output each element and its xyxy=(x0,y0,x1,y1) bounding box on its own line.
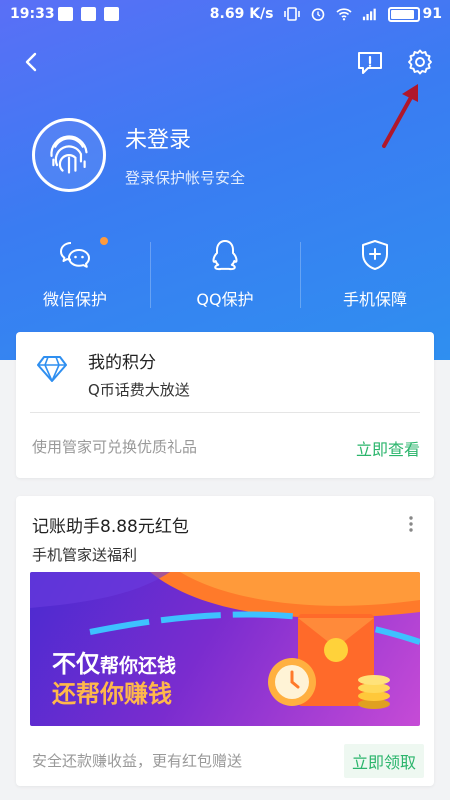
wechat-icon xyxy=(60,242,90,268)
gear-icon[interactable] xyxy=(406,48,434,76)
protection-label: QQ保护 xyxy=(196,290,254,309)
alarm-icon xyxy=(311,8,324,21)
points-card[interactable]: 我的积分 Q币话费大放送 使用管家可兑换优质礼品 立即查看 xyxy=(16,332,434,478)
view-now-link[interactable]: 立即查看 xyxy=(356,436,420,460)
net-speed: 8.69 K/s xyxy=(209,6,274,22)
banner-subheadline: 还帮你赚钱 xyxy=(52,680,172,708)
promo-title: 记账助手8.88元红包 xyxy=(32,517,189,537)
status-right: 8.69 K/s 91 xyxy=(210,6,442,22)
bell-notification-icon xyxy=(104,7,119,21)
protection-label: 微信保护 xyxy=(42,290,107,309)
qq-icon xyxy=(212,240,238,271)
protection-item-wechat[interactable]: 微信保护 xyxy=(0,237,150,318)
fingerprint-avatar-icon[interactable] xyxy=(32,118,106,192)
header-panel: 19:33 8.69 K/s 91 未登录 登录保护帐号安全 微信保护 QQ保护… xyxy=(0,0,450,360)
annotation-arrow-icon xyxy=(382,84,418,148)
notification-icons xyxy=(58,7,119,21)
vibrate-icon xyxy=(283,7,300,21)
more-options-icon[interactable] xyxy=(406,514,416,534)
shield-plus-icon xyxy=(362,240,388,270)
back-arrow-icon[interactable] xyxy=(18,48,46,76)
points-subtitle: Q币话费大放送 xyxy=(88,381,190,399)
promo-footer-text: 安全还款赚收益，更有红包赠送 xyxy=(32,752,243,770)
status-bar: 19:33 8.69 K/s 91 xyxy=(0,0,450,30)
points-footer-text: 使用管家可兑换优质礼品 xyxy=(32,438,198,456)
battery-level: 91 xyxy=(422,6,442,22)
image-notification-icon xyxy=(58,7,73,21)
protection-item-phone[interactable]: 手机保障 xyxy=(300,238,450,318)
feedback-icon[interactable] xyxy=(356,50,384,76)
protection-label: 手机保障 xyxy=(342,290,407,309)
user-name[interactable]: 未登录 xyxy=(125,122,191,154)
download-notification-icon xyxy=(81,7,96,21)
wifi-icon xyxy=(335,8,352,21)
promo-card[interactable]: 记账助手8.88元红包 手机管家送福利 不仅帮你还钱 还帮你赚钱 安全还款赚收益… xyxy=(16,496,434,786)
protection-row: 微信保护 QQ保护 手机保障 xyxy=(0,237,450,318)
protection-item-qq[interactable]: QQ保护 xyxy=(150,238,300,318)
wechat-badge xyxy=(100,237,108,245)
divider xyxy=(30,412,420,413)
status-time: 19:33 xyxy=(10,6,55,22)
promo-subtitle: 手机管家送福利 xyxy=(32,546,138,564)
login-hint[interactable]: 登录保护帐号安全 xyxy=(125,167,245,188)
points-title: 我的积分 xyxy=(88,353,156,373)
claim-now-button[interactable]: 立即领取 xyxy=(343,744,424,778)
promo-banner[interactable]: 不仅帮你还钱 还帮你赚钱 xyxy=(30,572,420,726)
signal-icon xyxy=(362,8,376,21)
battery-icon xyxy=(387,6,420,22)
diamond-icon xyxy=(37,356,67,382)
battery-indicator: 91 xyxy=(387,6,442,22)
